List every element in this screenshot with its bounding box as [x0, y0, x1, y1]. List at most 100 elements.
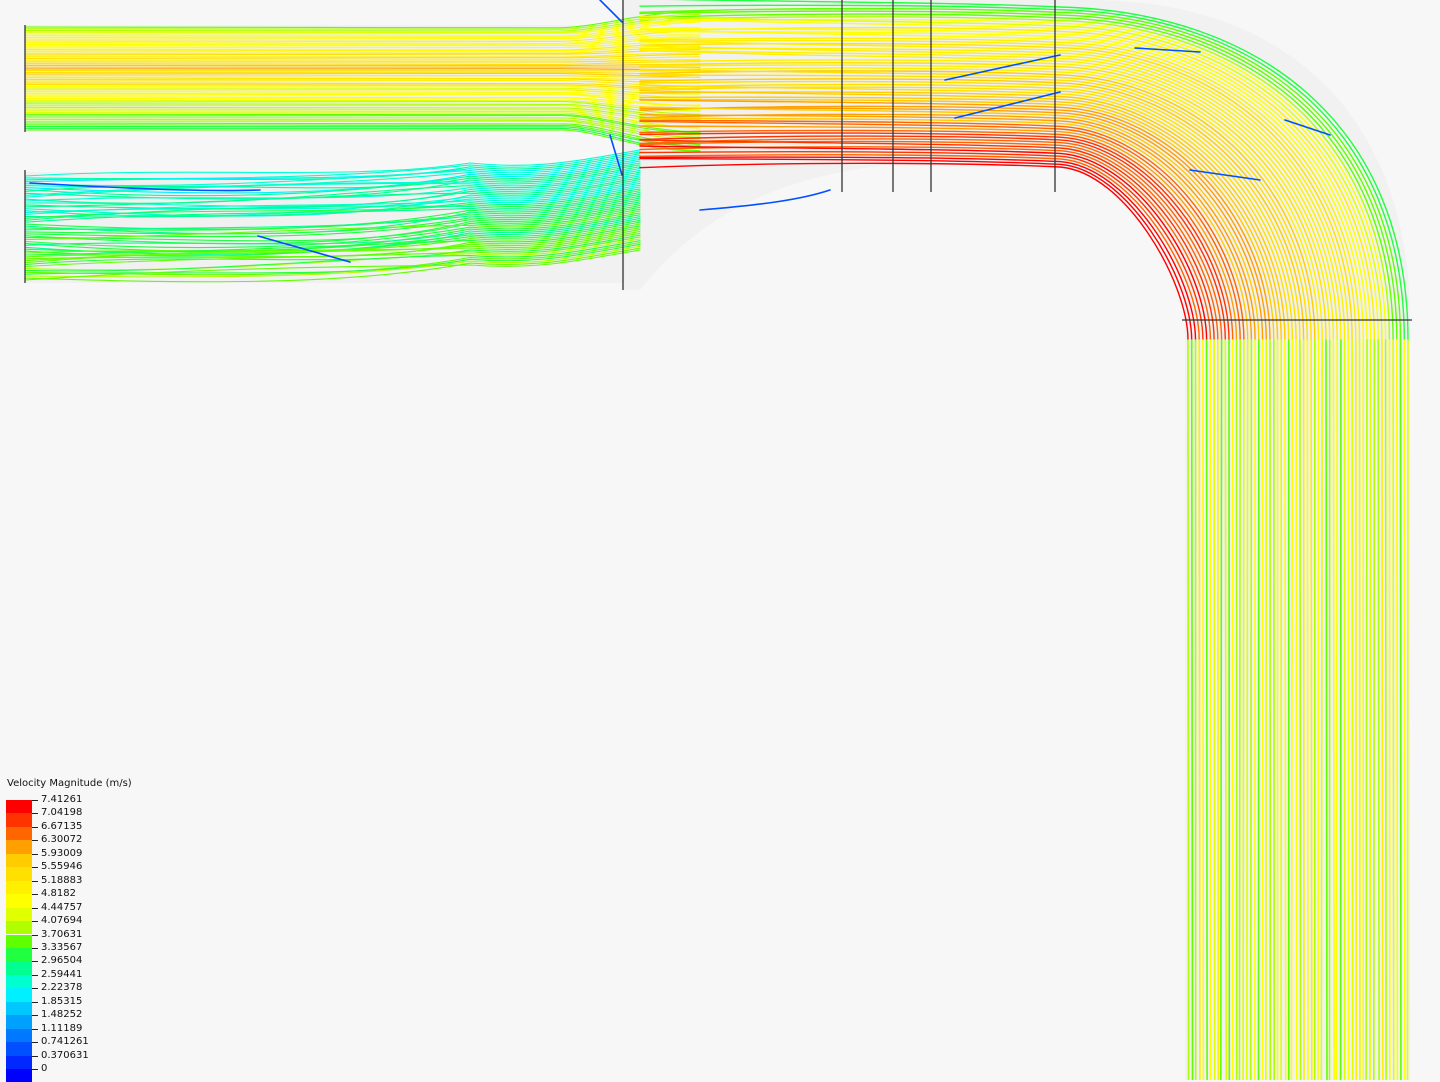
streamline [1321, 340, 1322, 1080]
streamline [1225, 340, 1226, 1080]
streamline [1378, 340, 1379, 1080]
streamline [1247, 340, 1248, 1080]
legend-label: 1.48252 [41, 1009, 82, 1021]
streamline [1199, 340, 1200, 1080]
streamline [1356, 340, 1357, 1080]
legend-swatch [6, 854, 32, 867]
legend-tick [32, 813, 38, 814]
streamline [1243, 340, 1244, 1080]
legend-tick [32, 840, 38, 841]
streamline [1366, 340, 1367, 1080]
legend-tick [32, 867, 38, 868]
legend-tick [32, 988, 38, 989]
legend-label: 4.44757 [41, 902, 82, 914]
legend-title: Velocity Magnitude (m/s) [7, 778, 132, 789]
streamline [1214, 340, 1215, 1080]
legend-swatch [6, 961, 32, 974]
legend-label: 4.8182 [41, 888, 76, 900]
legend-label: 0 [41, 1063, 47, 1075]
legend-tick [32, 961, 38, 962]
legend-swatch [6, 813, 32, 826]
streamline [1404, 340, 1405, 1080]
streamline [1311, 340, 1312, 1080]
legend-tick [32, 1002, 38, 1003]
streamline [1382, 340, 1383, 1080]
streamline [1397, 340, 1398, 1080]
legend-swatch [6, 988, 32, 1001]
streamline [1336, 340, 1337, 1080]
legend-swatch [6, 881, 32, 894]
streamline [1251, 340, 1252, 1080]
legend-label: 2.22378 [41, 982, 82, 994]
legend-tick [32, 1042, 38, 1043]
legend-tick [32, 1069, 38, 1070]
legend-tick [32, 921, 38, 922]
legend-label: 0.370631 [41, 1050, 89, 1062]
legend-tick [32, 881, 38, 882]
streamline [1370, 340, 1371, 1080]
streamline [1307, 340, 1308, 1080]
legend-tick [32, 894, 38, 895]
streamline [1333, 340, 1334, 1080]
legend-label: 6.67135 [41, 821, 82, 833]
legend-swatch [6, 1002, 32, 1015]
legend-swatch [6, 948, 32, 961]
streamline [1386, 340, 1387, 1080]
legend-label: 5.55946 [41, 861, 82, 873]
legend-tick [32, 935, 38, 936]
legend-label: 3.70631 [41, 929, 82, 941]
legend-swatch [6, 1069, 32, 1082]
legend-tick [32, 948, 38, 949]
legend-label: 0.741261 [41, 1036, 89, 1048]
streamline [1296, 340, 1297, 1080]
legend-label: 7.04198 [41, 807, 82, 819]
legend-swatch [6, 827, 32, 840]
legend-swatch [6, 921, 32, 934]
legend-tick [32, 854, 38, 855]
streamline [1292, 340, 1293, 1080]
streamline [1318, 340, 1319, 1080]
streamline [1352, 340, 1353, 1080]
legend-swatch [6, 935, 32, 948]
streamline [1300, 340, 1301, 1080]
legend-color-bar [6, 800, 32, 1069]
streamline [1188, 340, 1189, 1080]
legend-tick [32, 908, 38, 909]
streamline [1207, 340, 1208, 1080]
legend-label: 3.33567 [41, 942, 82, 954]
legend-label: 5.93009 [41, 848, 82, 860]
legend-label: 7.41261 [41, 794, 82, 806]
legend-label: 6.30072 [41, 834, 82, 846]
streamline [1218, 340, 1219, 1080]
legend-tick [32, 800, 38, 801]
legend-tick [32, 1015, 38, 1016]
legend-swatch [6, 894, 32, 907]
legend-swatch [6, 975, 32, 988]
legend-tick [32, 827, 38, 828]
streamline [1239, 340, 1240, 1080]
legend-tick [32, 1056, 38, 1057]
legend-label: 5.18883 [41, 875, 82, 887]
legend-tick [32, 1029, 38, 1030]
legend-swatch [6, 840, 32, 853]
simulation-viewport[interactable] [0, 0, 1440, 1080]
legend-label: 4.07694 [41, 915, 82, 927]
legend-swatch [6, 1029, 32, 1042]
legend-swatch [6, 1056, 32, 1069]
legend-swatch [6, 800, 32, 813]
legend-swatch [6, 867, 32, 880]
streamline [1221, 340, 1222, 1080]
streamline [1326, 340, 1327, 1080]
legend-swatch [6, 908, 32, 921]
legend-label: 1.11189 [41, 1023, 82, 1035]
legend-label: 2.59441 [41, 969, 82, 981]
legend-label: 2.96504 [41, 955, 82, 967]
streamline [600, 0, 622, 22]
streamline [1192, 340, 1193, 1080]
streamline [1393, 340, 1394, 1080]
legend-label: 1.85315 [41, 996, 82, 1008]
legend-swatch [6, 1015, 32, 1028]
streamline [1285, 340, 1286, 1080]
velocity-legend: Velocity Magnitude (m/s) 7.412617.04198 6… [6, 778, 166, 1078]
streamline [1408, 340, 1409, 1080]
